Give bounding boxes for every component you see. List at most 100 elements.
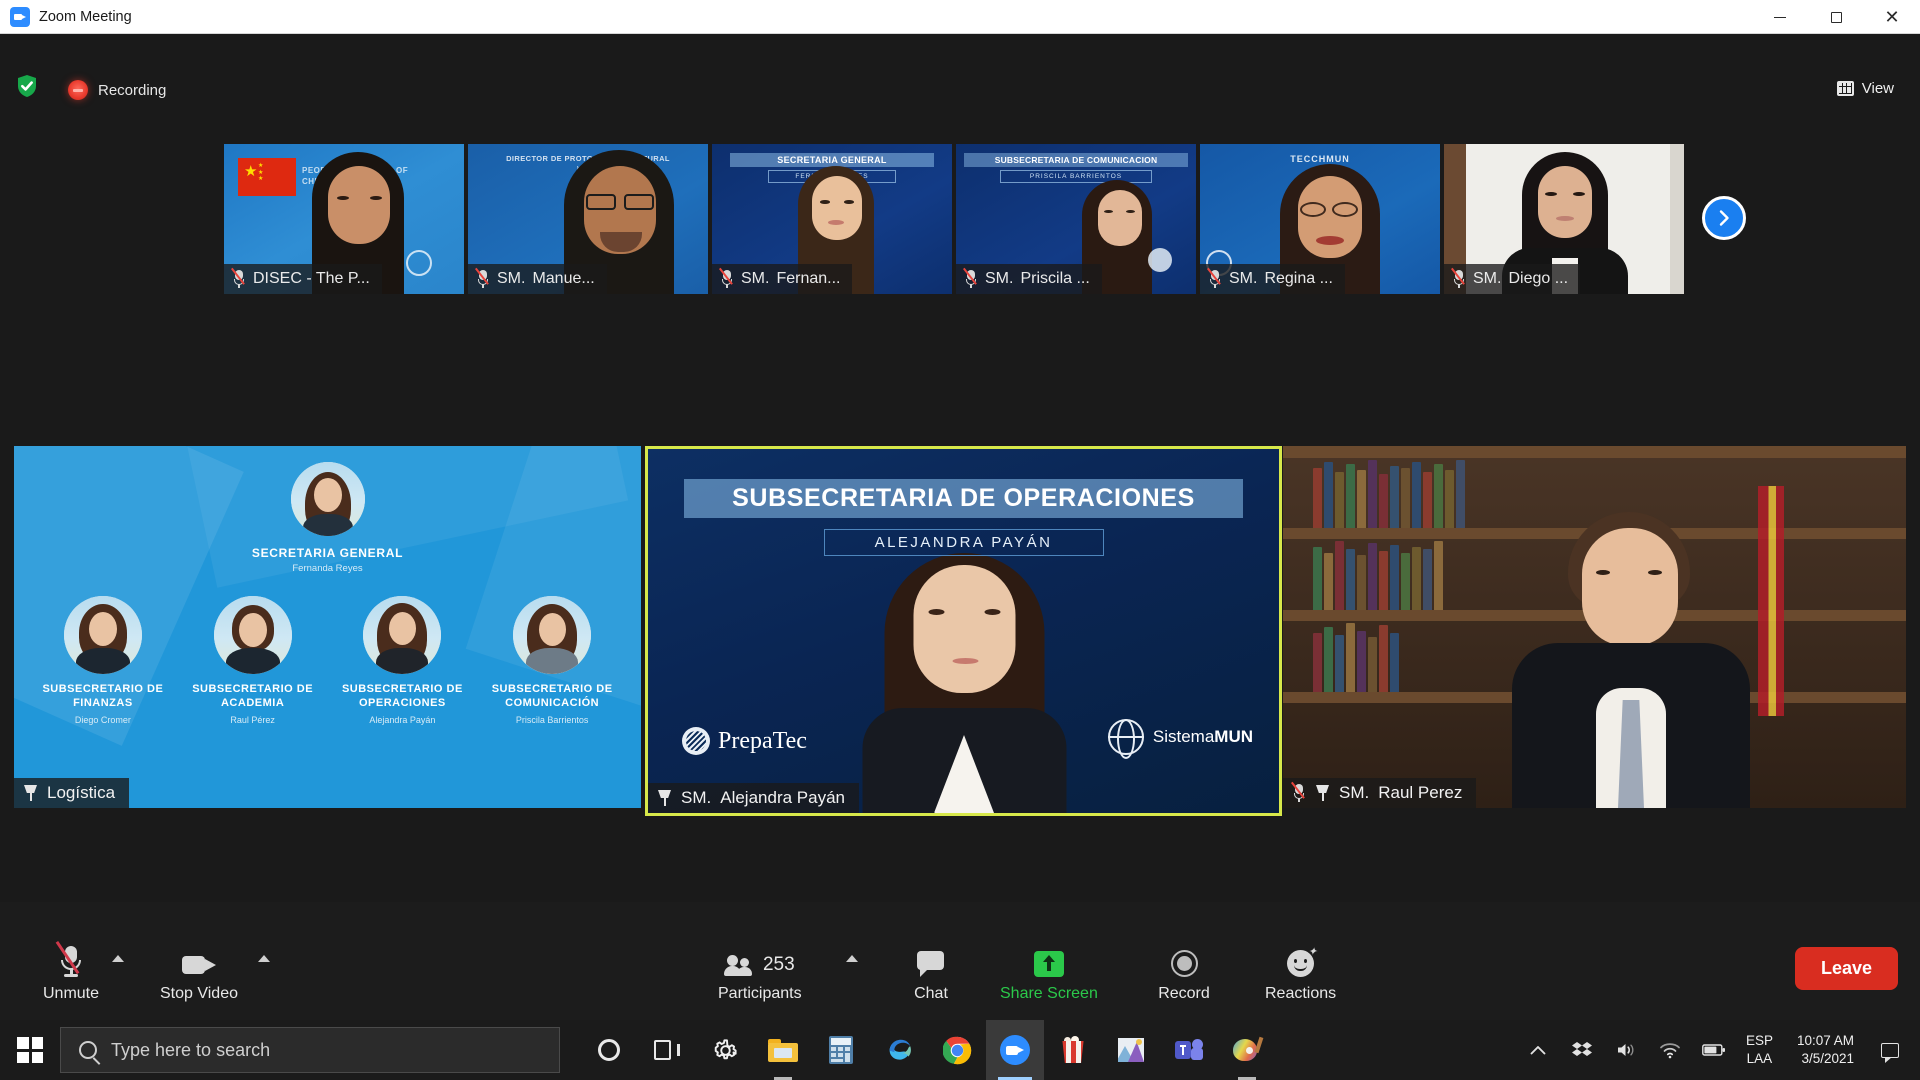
recording-indicator[interactable]: Recording	[68, 80, 166, 100]
speaker-person	[856, 543, 1071, 813]
start-button[interactable]	[0, 1020, 60, 1080]
thumbnail-prefix: SM.	[1473, 270, 1502, 287]
zoom-icon[interactable]	[986, 1020, 1044, 1080]
participants-caret-icon[interactable]	[846, 955, 858, 962]
sistemamun-logo: SistemaMUN	[1107, 719, 1253, 755]
stop-video-button[interactable]: Stop Video	[160, 953, 238, 1002]
clock-time: 10:07 AM	[1796, 1032, 1854, 1048]
notification-icon[interactable]	[1868, 1020, 1912, 1080]
thumbnail-name: Fernan...	[776, 270, 841, 287]
share-screen-label: Share Screen	[1000, 985, 1098, 1002]
org-member-person: Priscila Barrientos	[515, 714, 589, 725]
thumbnail-tile[interactable]: DIRECTOR DE PROTOCOLO Y CULTURAL Manuel …	[468, 144, 708, 294]
meeting-area: Recording View ★ ★★★ PEOPLE'S REPUBLIC O…	[0, 34, 1920, 1020]
minimize-button[interactable]	[1752, 0, 1808, 34]
cortana-icon[interactable]	[580, 1020, 638, 1080]
thumbnail-tile[interactable]: ★ ★★★ PEOPLE'S REPUBLIC OF CHINA DISEC -…	[224, 144, 464, 294]
prepatec-mark-icon	[682, 727, 710, 755]
meeting-status-bar: Recording View	[0, 34, 1920, 100]
language-indicator[interactable]: ESP LAA	[1736, 1032, 1783, 1068]
dropbox-icon[interactable]	[1560, 1020, 1604, 1080]
shield-check-icon[interactable]	[16, 74, 38, 98]
mic-muted-icon	[718, 267, 734, 288]
video-tile-logistica[interactable]: SECRETARIA GENERAL Fernanda Reyes SUBSEC…	[14, 446, 641, 808]
avatar	[363, 596, 442, 674]
thumbnail-tile[interactable]: SM. Diego ...	[1444, 144, 1684, 294]
popcorn-icon[interactable]	[1044, 1020, 1102, 1080]
unmute-button[interactable]: Unmute	[42, 940, 100, 1002]
battery-icon[interactable]	[1692, 1020, 1736, 1080]
minimize-icon	[1774, 16, 1786, 18]
org-chart-slide: SECRETARIA GENERAL Fernanda Reyes SUBSEC…	[14, 446, 641, 808]
participants-label: Participants	[718, 985, 802, 1002]
tile-name-badge: Logística	[14, 778, 130, 808]
audio-options-caret-icon[interactable]	[112, 955, 124, 962]
pin-icon	[657, 789, 672, 807]
search-placeholder: Type here to search	[111, 1039, 271, 1060]
participants-button[interactable]: 253 Participants	[718, 953, 802, 1002]
avatar	[290, 462, 365, 536]
mic-muted-icon	[474, 267, 490, 288]
record-label: Record	[1158, 985, 1210, 1002]
thumbnail-tile[interactable]: TECCHMUN SM. Regina ...	[1200, 144, 1440, 294]
settings-gear-icon[interactable]	[696, 1020, 754, 1080]
maximize-button[interactable]	[1808, 0, 1864, 34]
speaker-slide-title: SUBSECRETARIA DE OPERACIONES	[684, 479, 1243, 518]
task-view-icon[interactable]	[638, 1020, 696, 1080]
thumbnail-prefix: SM.	[741, 270, 770, 287]
microsoft-teams-icon[interactable]	[1160, 1020, 1218, 1080]
speaker-slide-subtitle: ALEJANDRA PAYÁN	[823, 529, 1104, 556]
chat-button[interactable]: Chat	[902, 951, 960, 1002]
share-screen-button[interactable]: Share Screen	[1000, 951, 1098, 1002]
thumbnail-name-badge: DISEC - The P...	[224, 264, 382, 294]
avatar	[63, 596, 142, 674]
mic-muted-icon	[230, 267, 246, 288]
meeting-toolbar: Unmute Stop Video 253 Participants Chat …	[0, 902, 1920, 1020]
video-tile-active-speaker[interactable]: SUBSECRETARIA DE OPERACIONES ALEJANDRA P…	[645, 446, 1282, 816]
thumbnail-name: Priscila ...	[1020, 270, 1090, 287]
pin-icon	[1315, 784, 1330, 802]
share-screen-icon	[1033, 951, 1064, 977]
thumbnail-prefix: SM.	[1229, 270, 1258, 287]
chevron-right-icon	[1719, 210, 1729, 226]
org-member-role: SUBSECRETARIO DE OPERACIONES	[341, 683, 463, 709]
calculator-icon[interactable]	[812, 1020, 870, 1080]
video-tile-raul[interactable]: SM. Raul Perez	[1283, 446, 1906, 808]
leave-button[interactable]: Leave	[1794, 947, 1898, 990]
record-dot-icon	[68, 80, 88, 100]
mic-muted-icon	[1206, 267, 1222, 288]
search-input[interactable]: Type here to search	[60, 1027, 560, 1073]
microsoft-edge-icon[interactable]	[870, 1020, 928, 1080]
filmstrip-next-button[interactable]	[1702, 196, 1746, 240]
paint-icon[interactable]	[1218, 1020, 1276, 1080]
record-button[interactable]: Record	[1155, 950, 1213, 1002]
pin-icon	[23, 784, 38, 802]
thumbnail-name-badge: SM. Fernan...	[712, 264, 853, 294]
org-members-row: SUBSECRETARIO DE FINANZAS Diego Cromer S…	[14, 596, 641, 725]
mic-muted-icon	[55, 940, 85, 977]
tile-prefix: SM.	[681, 788, 712, 807]
tile-name-badge: SM. Alejandra Payán	[648, 783, 859, 813]
google-chrome-icon[interactable]	[928, 1020, 986, 1080]
video-options-caret-icon[interactable]	[258, 955, 270, 962]
wifi-icon[interactable]	[1648, 1020, 1692, 1080]
clock[interactable]: 10:07 AM 3/5/2021	[1783, 1032, 1868, 1068]
org-member-person: Raul Pérez	[230, 714, 275, 725]
thumbnail-tile[interactable]: SUBSECRETARIA DE COMUNICACION PRISCILA B…	[956, 144, 1196, 294]
grid-view-icon	[1836, 81, 1854, 96]
close-button[interactable]: ✕	[1864, 0, 1920, 34]
mic-muted-icon	[1290, 781, 1306, 802]
recording-label: Recording	[98, 81, 167, 99]
reactions-button[interactable]: ✦ Reactions	[1265, 947, 1336, 1002]
file-explorer-icon[interactable]	[754, 1020, 812, 1080]
org-member: SUBSECRETARIO DE COMUNICACIÓN Priscila B…	[482, 596, 622, 725]
org-head-person: Fernanda Reyes	[292, 563, 363, 574]
tile-prefix: SM.	[1339, 783, 1370, 802]
chevron-up-icon[interactable]	[1516, 1020, 1560, 1080]
photos-icon[interactable]	[1102, 1020, 1160, 1080]
restore-icon	[1830, 11, 1842, 23]
thumbnail-tile[interactable]: SECRETARIA GENERAL FERNANDA REYES SM. Fe…	[712, 144, 952, 294]
window-controls: ✕	[1752, 0, 1920, 34]
speaker-muted-icon[interactable]	[1604, 1020, 1648, 1080]
view-button[interactable]: View	[1825, 74, 1906, 103]
